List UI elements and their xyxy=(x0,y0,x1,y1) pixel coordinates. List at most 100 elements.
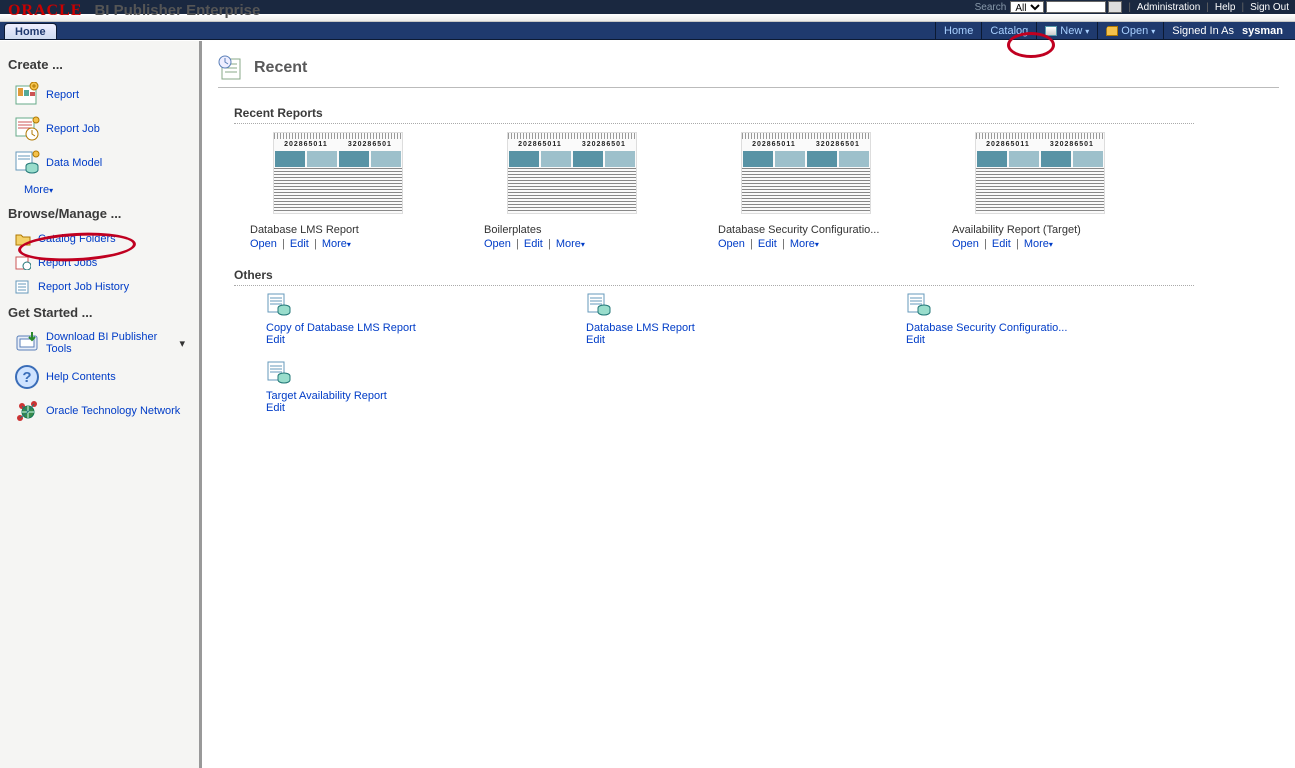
card-title: Boilerplates xyxy=(484,224,660,236)
report-icon xyxy=(14,82,40,108)
sidebar-item-label: Report Job History xyxy=(38,281,129,293)
sidebar-item-report[interactable]: Report xyxy=(8,78,191,112)
sidebar-item-data-model[interactable]: Data Model xyxy=(8,146,191,180)
action-edit[interactable]: Edit xyxy=(992,238,1011,250)
signed-in-label: Signed In As xyxy=(1163,22,1242,40)
sidebar-item-label: Help Contents xyxy=(46,371,116,383)
card-title: Database Security Configuratio... xyxy=(718,224,894,236)
search-input[interactable] xyxy=(1046,1,1106,13)
other-item: Target Availability Report Edit xyxy=(266,360,586,414)
otn-icon xyxy=(14,398,40,424)
sidebar-item-label: Report Job xyxy=(46,123,100,135)
sidebar-item-download-tools[interactable]: Download BI Publisher Tools ▾ xyxy=(8,326,191,360)
sidebar-item-label: Data Model xyxy=(46,157,102,169)
sidebar-item-label: Report Jobs xyxy=(38,257,97,269)
other-title[interactable]: Copy of Database LMS Report xyxy=(266,322,586,334)
sidebar-more[interactable]: More▾ xyxy=(8,180,191,200)
sidebar-item-help-contents[interactable]: ? Help Contents xyxy=(8,360,191,394)
page-header: Recent xyxy=(218,55,1279,88)
new-icon xyxy=(1045,26,1057,36)
global-nav: Home Catalog New▾ Open▾ Signed In As sys… xyxy=(935,22,1291,40)
chevron-down-icon: ▾ xyxy=(179,337,185,350)
brand-logo: ORACLE xyxy=(0,2,82,20)
action-more[interactable]: More▾ xyxy=(556,238,585,250)
other-item: Database Security Configuratio... Edit xyxy=(906,292,1226,346)
action-edit[interactable]: Edit xyxy=(266,334,285,346)
action-open[interactable]: Open xyxy=(484,238,511,250)
page-title: Recent xyxy=(254,59,307,77)
report-thumbnail[interactable]: 202865011320286501 xyxy=(975,132,1105,214)
action-more[interactable]: More▾ xyxy=(790,238,819,250)
others-grid: Copy of Database LMS Report Edit Databas… xyxy=(266,292,1226,428)
action-open[interactable]: Open xyxy=(718,238,745,250)
sidebar-item-label: Download BI Publisher Tools xyxy=(46,331,173,355)
action-edit[interactable]: Edit xyxy=(586,334,605,346)
data-model-icon xyxy=(266,292,292,318)
sidebar-item-label: Oracle Technology Network xyxy=(46,405,180,417)
other-title[interactable]: Target Availability Report xyxy=(266,390,586,402)
sidebar-item-report-jobs[interactable]: Report Jobs xyxy=(8,251,191,275)
nav-new[interactable]: New▾ xyxy=(1036,22,1097,40)
search-go-icon[interactable] xyxy=(1108,1,1122,13)
report-thumbnail[interactable]: 202865011320286501 xyxy=(507,132,637,214)
sidebar-item-label: Catalog Folders xyxy=(38,233,116,245)
search-scope-select[interactable]: All xyxy=(1010,1,1044,13)
data-model-icon xyxy=(586,292,612,318)
app-title: BI Publisher Enterprise xyxy=(94,2,260,19)
history-icon xyxy=(14,279,32,295)
recent-icon xyxy=(218,55,244,81)
nav-open[interactable]: Open▾ xyxy=(1097,22,1163,40)
search-label: Search xyxy=(975,2,1007,13)
action-edit[interactable]: Edit xyxy=(906,334,925,346)
recent-cards: 202865011320286501 Database LMS Report O… xyxy=(250,132,1250,250)
other-title[interactable]: Database Security Configuratio... xyxy=(906,322,1226,334)
report-thumbnail[interactable]: 202865011320286501 xyxy=(273,132,403,214)
tab-bar: Home Home Catalog New▾ Open▾ Signed In A… xyxy=(0,22,1295,40)
open-folder-icon xyxy=(1106,26,1118,36)
data-model-icon xyxy=(266,360,292,386)
sidebar-item-report-job[interactable]: Report Job xyxy=(8,112,191,146)
action-open[interactable]: Open xyxy=(952,238,979,250)
chevron-down-icon: ▾ xyxy=(49,186,53,195)
create-header: Create ... xyxy=(8,57,191,72)
other-title[interactable]: Database LMS Report xyxy=(586,322,906,334)
report-jobs-icon xyxy=(14,255,32,271)
sidebar-item-label: Report xyxy=(46,89,79,101)
nav-catalog[interactable]: Catalog xyxy=(981,22,1036,40)
report-card: 202865011320286501 Database LMS Report O… xyxy=(250,132,426,250)
action-edit[interactable]: Edit xyxy=(290,238,309,250)
help-link[interactable]: Help xyxy=(1215,2,1236,13)
section-recent-reports: Recent Reports xyxy=(234,106,1194,124)
action-edit[interactable]: Edit xyxy=(758,238,777,250)
tab-home[interactable]: Home xyxy=(4,23,57,39)
help-icon: ? xyxy=(14,364,40,390)
admin-link[interactable]: Administration xyxy=(1137,2,1200,13)
chevron-down-icon: ▾ xyxy=(1085,27,1089,36)
nav-user[interactable]: sysman xyxy=(1242,22,1291,40)
report-card: 202865011320286501 Availability Report (… xyxy=(952,132,1128,250)
nav-home[interactable]: Home xyxy=(935,22,981,40)
card-actions: Open | Edit | More▾ xyxy=(250,238,426,250)
download-icon xyxy=(14,330,40,356)
action-open[interactable]: Open xyxy=(250,238,277,250)
signout-link[interactable]: Sign Out xyxy=(1250,2,1289,13)
sidebar-item-report-job-history[interactable]: Report Job History xyxy=(8,275,191,299)
report-job-icon xyxy=(14,116,40,142)
action-edit[interactable]: Edit xyxy=(524,238,543,250)
header-strip: ORACLE BI Publisher Enterprise xyxy=(0,14,1295,22)
report-card: 202865011320286501 Boilerplates Open | E… xyxy=(484,132,660,250)
sidebar-item-otn[interactable]: Oracle Technology Network xyxy=(8,394,191,428)
svg-text:?: ? xyxy=(22,369,31,386)
action-edit[interactable]: Edit xyxy=(266,402,285,414)
browse-header: Browse/Manage ... xyxy=(8,206,191,221)
action-more[interactable]: More▾ xyxy=(322,238,351,250)
report-thumbnail[interactable]: 202865011320286501 xyxy=(741,132,871,214)
sidebar-item-catalog-folders[interactable]: Catalog Folders xyxy=(8,227,191,251)
card-title: Availability Report (Target) xyxy=(952,224,1128,236)
action-more[interactable]: More▾ xyxy=(1024,238,1053,250)
card-actions: Open | Edit | More▾ xyxy=(484,238,660,250)
card-actions: Open | Edit | More▾ xyxy=(952,238,1128,250)
report-card: 202865011320286501 Database Security Con… xyxy=(718,132,894,250)
content-area: Recent Recent Reports 202865011320286501… xyxy=(200,41,1295,768)
section-others: Others xyxy=(234,268,1194,286)
